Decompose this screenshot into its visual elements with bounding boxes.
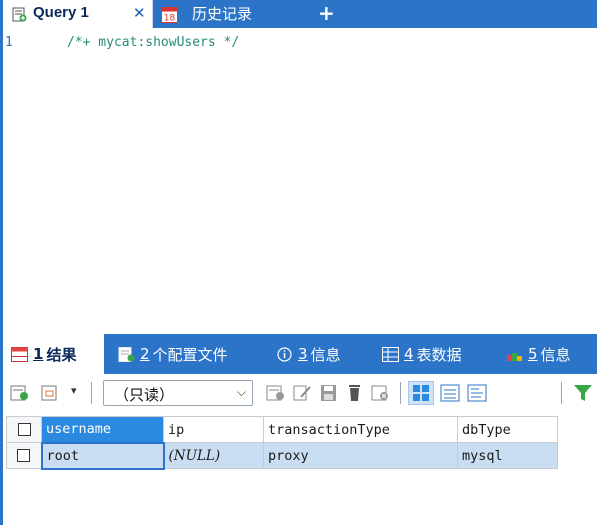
column-header-dbtype[interactable]: dbType (457, 416, 558, 443)
tab-config-files-label: 个配置文件 (152, 345, 228, 364)
delete-icon[interactable] (345, 384, 365, 402)
calendar-badge: 18 (164, 14, 176, 24)
query-tab-strip: Query 1 ✕ 18 历史记录 + (0, 0, 597, 28)
result-toolbar: ▾ （只读） ⌵ (0, 374, 597, 412)
tab-info-5-label: 信息 (540, 345, 571, 364)
table-icon (382, 346, 399, 362)
cell-dbtype[interactable]: mysql (457, 442, 558, 469)
result-tab-strip: 1 结果 2 个配置文件 3 信息 4 表数据 5 信息 (0, 334, 597, 374)
add-tab-button[interactable]: + (318, 1, 335, 25)
tab-result[interactable]: 1 结果 (3, 334, 104, 374)
readonly-mode-select[interactable]: （只读） ⌵ (103, 380, 253, 406)
table-row[interactable]: root (NULL) proxy mysql (6, 441, 558, 470)
tab-info-3-label: 信息 (310, 345, 341, 364)
tab-history[interactable]: 18 历史记录 (161, 0, 271, 28)
sql-editor[interactable]: 1 /*+ mycat:showUsers */ (0, 28, 597, 334)
filter-icon[interactable] (573, 384, 593, 402)
result-grid: username ip transactionType dbType root … (6, 416, 558, 470)
tab-query-1[interactable]: Query 1 ✕ (3, 0, 153, 28)
tab-table-data-number: 4 (404, 345, 414, 363)
chevron-down-icon: ⌵ (236, 385, 246, 399)
tab-config-files[interactable]: 2 个配置文件 (110, 334, 228, 374)
toolbar-divider (400, 382, 401, 404)
form-view-icon[interactable] (41, 384, 61, 402)
tab-info-3[interactable]: 3 信息 (268, 334, 341, 374)
cell-ip[interactable]: (NULL) (163, 442, 264, 469)
close-icon[interactable]: ✕ (133, 4, 146, 22)
column-header-ip[interactable]: ip (163, 416, 264, 443)
tab-info-3-number: 3 (298, 345, 308, 363)
tab-table-data-label: 表数据 (416, 345, 462, 364)
color-blocks-icon (507, 352, 522, 361)
form-layout-icon[interactable] (440, 384, 460, 402)
grid-result-icon (11, 346, 28, 362)
result-grid-area: username ip transactionType dbType root … (0, 412, 597, 525)
column-header-transactiontype[interactable]: transactionType (263, 416, 458, 443)
config-file-icon (118, 346, 135, 362)
tab-info-5[interactable]: 5 信息 (498, 334, 571, 374)
toolbar-divider (91, 382, 92, 404)
cell-transactiontype[interactable]: proxy (263, 442, 458, 469)
tab-config-files-number: 2 (140, 345, 150, 363)
toolbar-divider (561, 382, 562, 404)
save-icon[interactable] (319, 384, 339, 402)
tab-query-1-label: Query 1 (33, 4, 89, 21)
readonly-mode-value: （只读） (114, 386, 175, 404)
tab-history-label: 历史记录 (192, 5, 253, 23)
info-icon (277, 346, 292, 362)
calendar-icon: 18 (161, 7, 178, 24)
tab-info-5-number: 5 (528, 345, 538, 363)
line-number: 1 (5, 35, 13, 50)
tab-result-number: 1 (33, 345, 44, 363)
new-row-icon[interactable] (266, 384, 286, 402)
column-header-username[interactable]: username (41, 416, 164, 443)
text-view-icon[interactable] (467, 384, 487, 402)
tab-result-label: 结果 (46, 345, 77, 364)
tab-table-data[interactable]: 4 表数据 (374, 334, 462, 374)
row-checkbox[interactable] (6, 442, 42, 469)
edit-icon[interactable] (293, 384, 313, 402)
select-all-checkbox[interactable] (6, 416, 42, 443)
query-icon (12, 7, 27, 22)
sql-line[interactable]: /*+ mycat:showUsers */ (67, 35, 239, 50)
add-record-icon[interactable] (10, 384, 30, 402)
cell-username[interactable]: root (40, 441, 165, 470)
cancel-edit-icon[interactable] (371, 384, 391, 402)
grid-header-row: username ip transactionType dbType (6, 416, 558, 443)
grid-view-icon[interactable] (408, 381, 434, 405)
chevron-down-icon[interactable]: ▾ (71, 384, 77, 397)
